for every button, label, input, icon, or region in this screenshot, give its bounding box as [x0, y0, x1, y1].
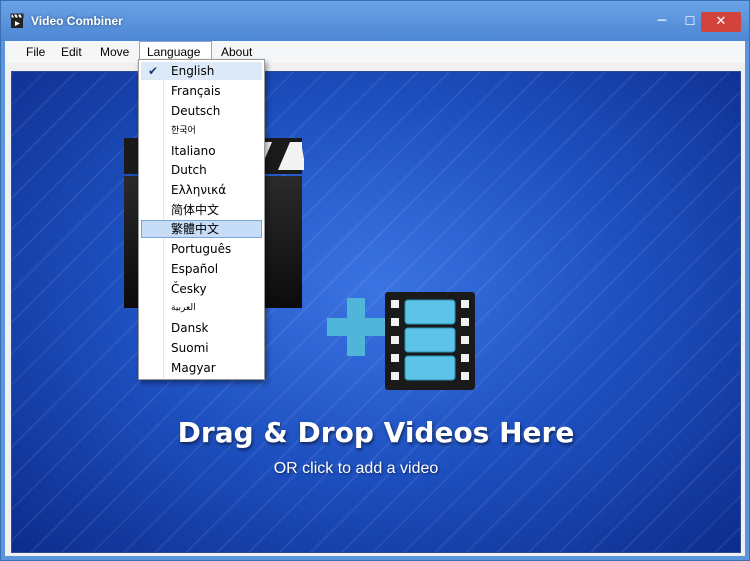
language-item-simplified-chinese[interactable]: 简体中文 [141, 201, 262, 219]
close-icon: ✕ [715, 14, 727, 29]
language-item-english[interactable]: ✔ English [141, 62, 262, 80]
menu-file[interactable]: File [19, 41, 52, 63]
maximize-icon: ☐ [684, 14, 696, 28]
maximize-button[interactable]: ☐ [677, 12, 703, 32]
language-item-italian[interactable]: Italiano [141, 142, 262, 160]
language-label: 简体中文 [171, 203, 220, 217]
language-label: Česky [171, 282, 207, 296]
minimize-button[interactable]: ─ [649, 12, 675, 32]
app-window: Video Combiner ─ ☐ ✕ File Edit Move Lang… [0, 0, 750, 561]
language-label: Dansk [171, 321, 209, 335]
language-item-korean[interactable]: 한국어 [141, 122, 262, 140]
language-item-portuguese[interactable]: Português [141, 240, 262, 258]
language-item-spanish[interactable]: Español [141, 260, 262, 278]
language-label: Español [171, 262, 219, 276]
language-label: English [171, 64, 215, 78]
close-button[interactable]: ✕ [701, 12, 741, 32]
minimize-icon: ─ [657, 13, 667, 29]
checkmark-icon: ✔ [147, 64, 159, 78]
language-label: Italiano [171, 144, 216, 158]
film-strip-icon [385, 292, 475, 390]
language-item-traditional-chinese[interactable]: 繁體中文 [141, 220, 262, 238]
language-item-czech[interactable]: Česky [141, 280, 262, 298]
language-label: Magyar [171, 361, 216, 375]
language-label: Ελληνικά [171, 183, 227, 197]
language-label: العربية [171, 303, 196, 313]
language-item-danish[interactable]: Dansk [141, 319, 262, 337]
drop-subtitle[interactable]: OR click to add a video [12, 460, 700, 478]
language-label: 繁體中文 [171, 222, 220, 236]
language-item-french[interactable]: Français [141, 82, 262, 100]
drop-zone[interactable]: Drag & Drop Videos Here OR click to add … [11, 71, 741, 553]
menu-move[interactable]: Move [93, 41, 136, 63]
menu-bar: File Edit Move Language About [5, 41, 745, 63]
plus-icon [327, 298, 385, 356]
language-item-dutch[interactable]: Dutch [141, 161, 262, 179]
menu-edit[interactable]: Edit [54, 41, 89, 63]
language-dropdown: ✔ English Français Deutsch 한국어 Italiano … [138, 59, 265, 380]
window-title: Video Combiner [31, 14, 123, 28]
language-item-hungarian[interactable]: Magyar [141, 359, 262, 377]
language-label: 한국어 [171, 126, 196, 136]
language-label: Dutch [171, 163, 207, 177]
language-item-arabic[interactable]: العربية [141, 299, 262, 317]
language-label: Português [171, 242, 232, 256]
language-item-greek[interactable]: Ελληνικά [141, 181, 262, 199]
language-label: Français [171, 84, 221, 98]
language-label: Deutsch [171, 104, 221, 118]
clapperboard-icon [10, 13, 24, 28]
drop-title: Drag & Drop Videos Here [177, 416, 575, 449]
language-item-finnish[interactable]: Suomi [141, 339, 262, 357]
language-item-german[interactable]: Deutsch [141, 102, 262, 120]
title-bar[interactable]: Video Combiner ─ ☐ ✕ [1, 1, 749, 41]
language-label: Suomi [171, 341, 209, 355]
client-area: File Edit Move Language About Drag & Dro… [5, 41, 745, 556]
